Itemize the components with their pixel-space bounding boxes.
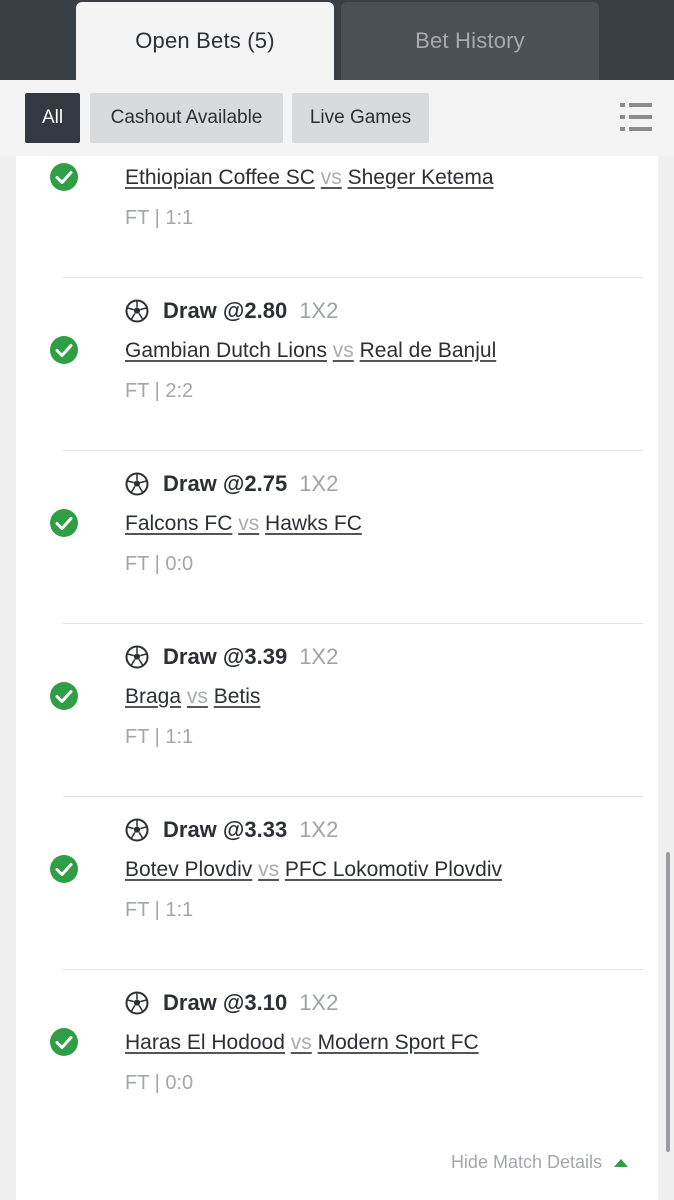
- selection-label: Draw @2.80: [163, 298, 288, 323]
- home-team[interactable]: Botev Plovdiv: [125, 858, 252, 881]
- home-team[interactable]: Haras El Hodood: [125, 1031, 285, 1054]
- match-result: FT | 2:2: [125, 380, 194, 402]
- bet-selection-item: Draw @3.10 1X2 Haras El Hodood vs Modern…: [16, 970, 658, 1143]
- vs-label: vs: [186, 685, 208, 708]
- market-label: 1X2: [299, 471, 339, 496]
- away-team[interactable]: PFC Lokomotiv Plovdiv: [285, 858, 502, 881]
- match-teams[interactable]: Falcons FC vs Hawks FC: [125, 512, 362, 536]
- bet-details-card: Ethiopian Coffee SC vs Sheger Ketema FT …: [16, 156, 658, 1200]
- vs-label: vs: [258, 858, 280, 881]
- market-label: 1X2: [299, 298, 339, 323]
- soccer-ball-icon: [125, 299, 149, 323]
- soccer-ball-icon: [125, 991, 149, 1015]
- away-team[interactable]: Real de Banjul: [360, 339, 497, 362]
- away-team[interactable]: Sheger Ketema: [348, 166, 494, 189]
- selection-line: Draw @3.10 1X2: [125, 988, 338, 1018]
- selection-label: Draw @3.39: [163, 644, 288, 669]
- soccer-ball-icon: [125, 472, 149, 496]
- selection-line: Draw @2.80 1X2: [125, 296, 338, 326]
- bet-selection-item: Draw @3.33 1X2 Botev Plovdiv vs PFC Loko…: [16, 797, 658, 970]
- selection-label: Draw @3.33: [163, 817, 288, 842]
- check-circle-icon: [50, 855, 78, 883]
- away-team[interactable]: Hawks FC: [265, 512, 362, 535]
- match-teams[interactable]: Ethiopian Coffee SC vs Sheger Ketema: [125, 166, 494, 190]
- check-circle-icon: [50, 1028, 78, 1056]
- away-team[interactable]: Modern Sport FC: [318, 1031, 479, 1054]
- caret-up-icon: [614, 1158, 628, 1167]
- match-result: FT | 0:0: [125, 553, 194, 575]
- market-label: 1X2: [299, 990, 339, 1015]
- market-label: 1X2: [299, 644, 339, 669]
- match-result: FT | 1:1: [125, 726, 194, 748]
- hide-match-details-label: Hide Match Details: [450, 1152, 602, 1172]
- home-team[interactable]: Falcons FC: [125, 512, 232, 535]
- check-circle-icon: [50, 682, 78, 710]
- bet-selection-item: Ethiopian Coffee SC vs Sheger Ketema FT …: [16, 17, 658, 229]
- selection-line: Draw @3.33 1X2: [125, 815, 338, 845]
- match-teams[interactable]: Gambian Dutch Lions vs Real de Banjul: [125, 339, 496, 363]
- vs-label: vs: [320, 166, 342, 189]
- soccer-ball-icon: [125, 645, 149, 669]
- vs-label: vs: [332, 339, 354, 362]
- bet-selection-item: Draw @2.80 1X2 Gambian Dutch Lions vs Re…: [16, 278, 658, 451]
- check-circle-icon: [50, 336, 78, 364]
- bet-selection-item: Draw @2.75 1X2 Falcons FC vs Hawks FC FT…: [16, 451, 658, 624]
- match-result: FT | 1:1: [125, 899, 194, 921]
- selection-line: Draw @2.75 1X2: [125, 469, 338, 499]
- away-team[interactable]: Betis: [214, 685, 261, 708]
- check-circle-icon: [50, 509, 78, 537]
- match-result: FT | 1:1: [125, 207, 194, 229]
- hide-match-details-button[interactable]: Hide Match Details: [451, 1152, 628, 1173]
- match-teams[interactable]: Braga vs Betis: [125, 685, 260, 709]
- match-teams[interactable]: Botev Plovdiv vs PFC Lokomotiv Plovdiv: [125, 858, 502, 882]
- home-team[interactable]: Gambian Dutch Lions: [125, 339, 327, 362]
- selection-line: Draw @3.39 1X2: [125, 642, 338, 672]
- market-label: 1X2: [299, 817, 339, 842]
- home-team[interactable]: Ethiopian Coffee SC: [125, 166, 315, 189]
- check-circle-icon: [50, 163, 78, 191]
- vs-label: vs: [238, 512, 260, 535]
- soccer-ball-icon: [125, 818, 149, 842]
- bet-selection-item: Draw @3.39 1X2 Braga vs Betis FT | 1:1: [16, 624, 658, 797]
- scrollbar[interactable]: [666, 852, 670, 1152]
- match-teams[interactable]: Haras El Hodood vs Modern Sport FC: [125, 1031, 479, 1055]
- vs-label: vs: [290, 1031, 312, 1054]
- match-result: FT | 0:0: [125, 1072, 194, 1094]
- home-team[interactable]: Braga: [125, 685, 181, 708]
- selection-label: Draw @2.75: [163, 471, 288, 496]
- selection-label: Draw @3.10: [163, 990, 288, 1015]
